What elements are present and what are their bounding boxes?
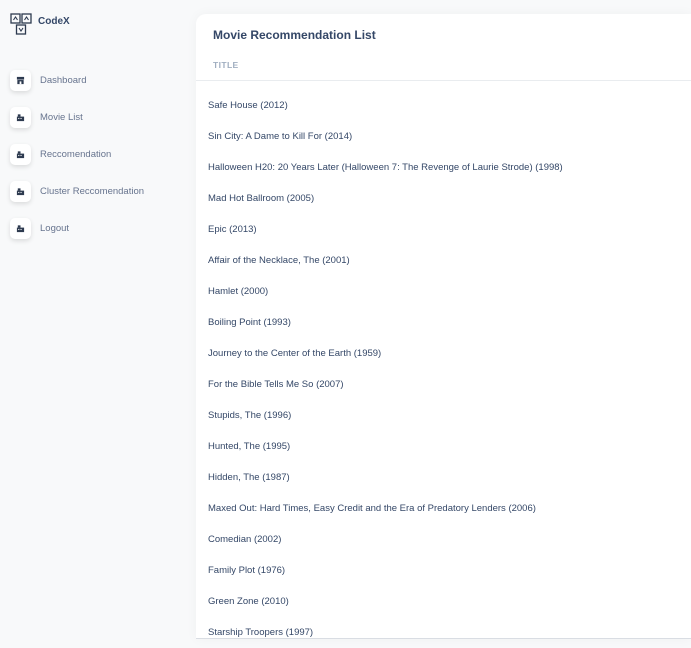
- sidebar-item-label: Reccomendation: [40, 149, 112, 160]
- building-icon: [10, 181, 31, 202]
- brand-name: CodeX: [38, 15, 70, 27]
- table-row: Comedian (2002): [208, 534, 282, 545]
- table-row: Green Zone (2010): [208, 596, 289, 607]
- sidebar-item-movie-list[interactable]: Movie List: [10, 107, 144, 128]
- table-row: Affair of the Necklace, The (2001): [208, 255, 350, 266]
- table-row: Epic (2013): [208, 224, 257, 235]
- sidebar-item-logout[interactable]: Logout: [10, 218, 144, 239]
- table-row: Hidden, The (1987): [208, 472, 290, 483]
- table-row: Mad Hot Ballroom (2005): [208, 193, 315, 204]
- sidebar-item-cluster-reccomendation[interactable]: Cluster Reccomendation: [10, 181, 144, 202]
- sidebar-nav: Dashboard Movie List Reccomendation Clus…: [10, 70, 144, 255]
- table-row: Halloween H20: 20 Years Later (Halloween…: [208, 162, 563, 173]
- store-icon: [10, 70, 31, 91]
- codex-logo-icon: [10, 13, 32, 35]
- movie-table-body: Safe House (2012) Sin City: A Dame to Ki…: [208, 90, 691, 648]
- table-row: Stupids, The (1996): [208, 410, 292, 421]
- sidebar-item-label: Cluster Reccomendation: [40, 186, 145, 197]
- page-title: Movie Recommendation List: [213, 28, 376, 42]
- table-row: Safe House (2012): [208, 100, 288, 111]
- sidebar-item-label: Dashboard: [40, 75, 87, 86]
- sidebar-item-dashboard[interactable]: Dashboard: [10, 70, 144, 91]
- building-icon: [10, 107, 31, 128]
- sidebar-item-label: Logout: [40, 223, 70, 234]
- table-row: Maxed Out: Hard Times, Easy Credit and t…: [208, 503, 536, 514]
- sidebar-item-reccomendation[interactable]: Reccomendation: [10, 144, 144, 165]
- header-divider: [196, 80, 691, 81]
- building-icon: [10, 218, 31, 239]
- sidebar: CodeX Dashboard Movie List Reccomendatio…: [0, 0, 196, 639]
- brand[interactable]: CodeX: [10, 13, 70, 35]
- table-row: Starship Troopers (1997): [208, 627, 314, 638]
- movie-list-card: Movie Recommendation List TITLE Safe Hou…: [196, 14, 691, 639]
- table-row: Boiling Point (1993): [208, 317, 291, 328]
- table-row: Hamlet (2000): [208, 286, 269, 297]
- table-row: Journey to the Center of the Earth (1959…: [208, 348, 382, 359]
- building-icon: [10, 144, 31, 165]
- sidebar-item-label: Movie List: [40, 112, 83, 123]
- table-row: For the Bible Tells Me So (2007): [208, 379, 344, 390]
- table-row: Family Plot (1976): [208, 565, 286, 576]
- column-header-title: TITLE: [213, 60, 239, 70]
- table-row: Sin City: A Dame to Kill For (2014): [208, 131, 353, 142]
- table-row: Hunted, The (1995): [208, 441, 291, 452]
